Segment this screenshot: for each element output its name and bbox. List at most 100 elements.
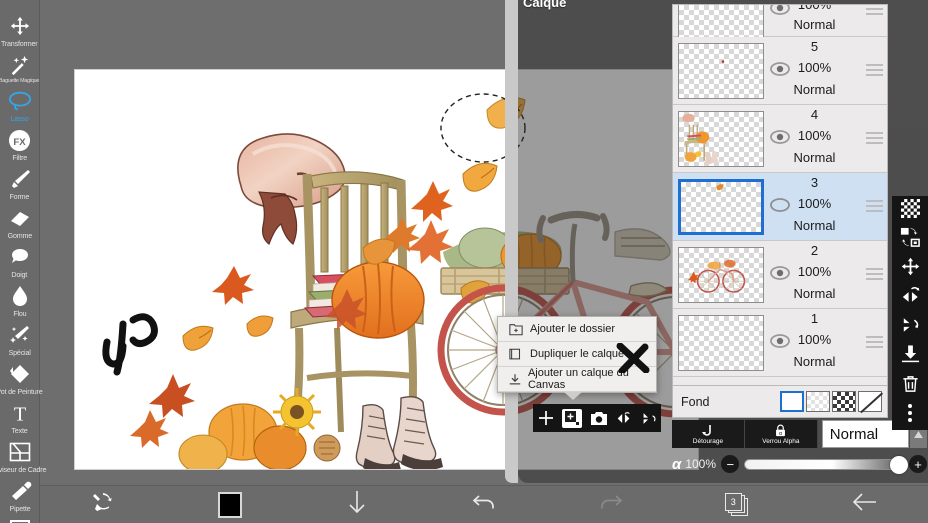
tool-label: Filtre — [12, 153, 27, 162]
layer-controls[interactable]: Détourage α Verrou Alpha Normal α 100% − — [672, 420, 927, 477]
swatch-white[interactable] — [780, 391, 804, 412]
merge-down-icon — [901, 344, 920, 369]
layer-info: 3 100% Normal — [764, 173, 887, 240]
layer-blend-mode: Normal — [793, 150, 836, 165]
tool-pipette[interactable]: Pipette — [0, 479, 40, 513]
right-toolbar[interactable] — [892, 196, 928, 430]
tool-pot-de-peinture[interactable]: Pot de Peinture — [0, 362, 43, 396]
table-row[interactable]: 5 100% Normal — [673, 37, 887, 105]
table-row[interactable]: 3 100% Normal — [673, 173, 887, 241]
background-swatches[interactable] — [780, 391, 882, 412]
undo-redo-eraser-icon — [91, 491, 115, 518]
tool-gomme[interactable]: Gomme — [0, 206, 40, 240]
color-chip-icon[interactable] — [218, 491, 243, 518]
arrow-left-icon — [851, 491, 879, 518]
flip-horizontal-button[interactable] — [892, 284, 928, 312]
table-row[interactable]: 100% Normal — [673, 5, 887, 40]
alpha-lock-button[interactable]: α Verrou Alpha — [744, 420, 818, 448]
tool-special[interactable]: Spécial — [0, 323, 40, 357]
menu-item-add-folder[interactable]: Ajouter le dossier — [498, 317, 656, 342]
layer-thumbnail[interactable] — [678, 5, 764, 40]
tool-diviseur-de-cadre[interactable]: Diviseur de Cadre — [0, 440, 47, 474]
table-row[interactable]: 1 100% Normal — [673, 309, 887, 377]
swatch-none[interactable] — [858, 391, 882, 412]
add-layer-button[interactable] — [533, 410, 558, 426]
alpha-slider-knob[interactable] — [890, 455, 908, 474]
add-layer-toolbar[interactable] — [533, 404, 661, 432]
bottom-toolbar[interactable]: 3 — [40, 485, 928, 523]
merge-down-button[interactable] — [892, 343, 928, 371]
layer-thumbnail[interactable] — [678, 178, 764, 235]
layer-drag-handle[interactable] — [866, 132, 883, 147]
redo-button[interactable] — [547, 486, 674, 523]
flip-vertical-button[interactable] — [636, 411, 661, 426]
flip-vertical-button[interactable] — [892, 314, 928, 342]
tool-label: Baguette Magique — [0, 78, 40, 84]
alpha-lock-label: Verrou Alpha — [762, 437, 800, 445]
duplicate-square-icon — [505, 348, 527, 361]
layer-thumbnail[interactable] — [678, 246, 764, 303]
layer-drag-handle[interactable] — [866, 268, 883, 283]
lasso-icon — [8, 89, 32, 113]
layer-drag-handle[interactable] — [866, 5, 883, 18]
table-row[interactable]: 2 100% Normal — [673, 241, 887, 309]
tool-doigt[interactable]: Doigt — [0, 245, 40, 279]
layer-control-row[interactable]: Détourage α Verrou Alpha Normal — [672, 420, 927, 448]
layer-drag-handle[interactable] — [866, 200, 883, 215]
tool-baguette-magique[interactable]: Baguette Magique — [0, 53, 40, 84]
layer-drag-handle[interactable] — [866, 64, 883, 79]
menu-item-add-canvas-layer[interactable]: Ajouter un calque du Canvas — [498, 367, 656, 392]
paint-bucket-icon — [8, 362, 32, 386]
layers-toggle-button[interactable]: 3 — [674, 486, 801, 523]
transparency-button[interactable] — [892, 197, 928, 225]
context-menu[interactable]: Ajouter le dossier Dupliquer le calque A… — [497, 316, 657, 400]
alpha-slider-track[interactable] — [744, 455, 908, 474]
tool-label: Flou — [12, 309, 27, 318]
layer-opacity: 100% — [797, 128, 832, 143]
camera-layer-button[interactable] — [586, 411, 611, 426]
tool-filtre[interactable]: FX Filtre — [0, 128, 40, 162]
layer-thumbnail[interactable] — [678, 42, 764, 99]
more-options-button[interactable] — [892, 401, 928, 429]
tool-lasso[interactable]: Lasso — [0, 89, 40, 123]
tool-transformer[interactable]: Transformer — [0, 14, 40, 48]
swatch-transparent-light[interactable] — [806, 391, 830, 412]
transform-rotate-icon — [900, 227, 921, 253]
tool-texte[interactable]: T Texte — [0, 401, 40, 435]
layer-thumbnail[interactable] — [678, 314, 764, 371]
tool-swap-button[interactable] — [40, 486, 167, 523]
layer-info: 100% Normal — [764, 5, 887, 36]
flip-horizontal-button[interactable] — [611, 411, 636, 426]
svg-text:T: T — [13, 403, 25, 424]
layer-drag-handle[interactable] — [866, 336, 883, 351]
arrow-down-icon — [346, 488, 368, 521]
color-swatch-button[interactable] — [167, 486, 294, 523]
alpha-slider-row[interactable]: α 100% − + — [672, 451, 927, 477]
layer-list[interactable]: 100% Normal 5 100% Normal 4 100% Normal … — [672, 4, 888, 386]
alpha-value: 100% — [685, 457, 717, 471]
clipping-button[interactable]: Détourage — [672, 420, 745, 448]
alpha-decrease-button[interactable]: − — [721, 455, 740, 473]
undo-button[interactable] — [421, 486, 548, 523]
background-label: Fond — [681, 394, 710, 409]
back-button[interactable] — [801, 486, 928, 523]
folder-plus-icon — [505, 323, 527, 336]
menu-item-duplicate-layer[interactable]: Dupliquer le calque — [498, 342, 656, 367]
move-button[interactable] — [892, 255, 928, 283]
delete-layer-button[interactable] — [892, 372, 928, 400]
tool-toile[interactable]: Toile — [0, 518, 40, 523]
layer-info: 1 100% Normal — [764, 309, 887, 376]
background-row[interactable]: Fond — [672, 386, 888, 418]
left-toolbar[interactable]: Transformer Baguette Magique Lasso FX Fi… — [0, 0, 47, 523]
layer-opacity: 100% — [797, 60, 832, 75]
swatch-transparent-dark[interactable] — [832, 391, 856, 412]
duplicate-layer-button[interactable] — [562, 408, 582, 428]
table-row[interactable]: 4 100% Normal — [673, 105, 887, 173]
download-button[interactable] — [294, 486, 421, 523]
tool-flou[interactable]: Flou — [0, 284, 40, 318]
alpha-increase-button[interactable]: + — [909, 455, 927, 473]
transform-button[interactable] — [892, 226, 928, 254]
thumb-art — [721, 59, 725, 63]
tool-forme[interactable]: Forme — [0, 167, 40, 201]
layer-thumbnail[interactable] — [678, 110, 764, 167]
